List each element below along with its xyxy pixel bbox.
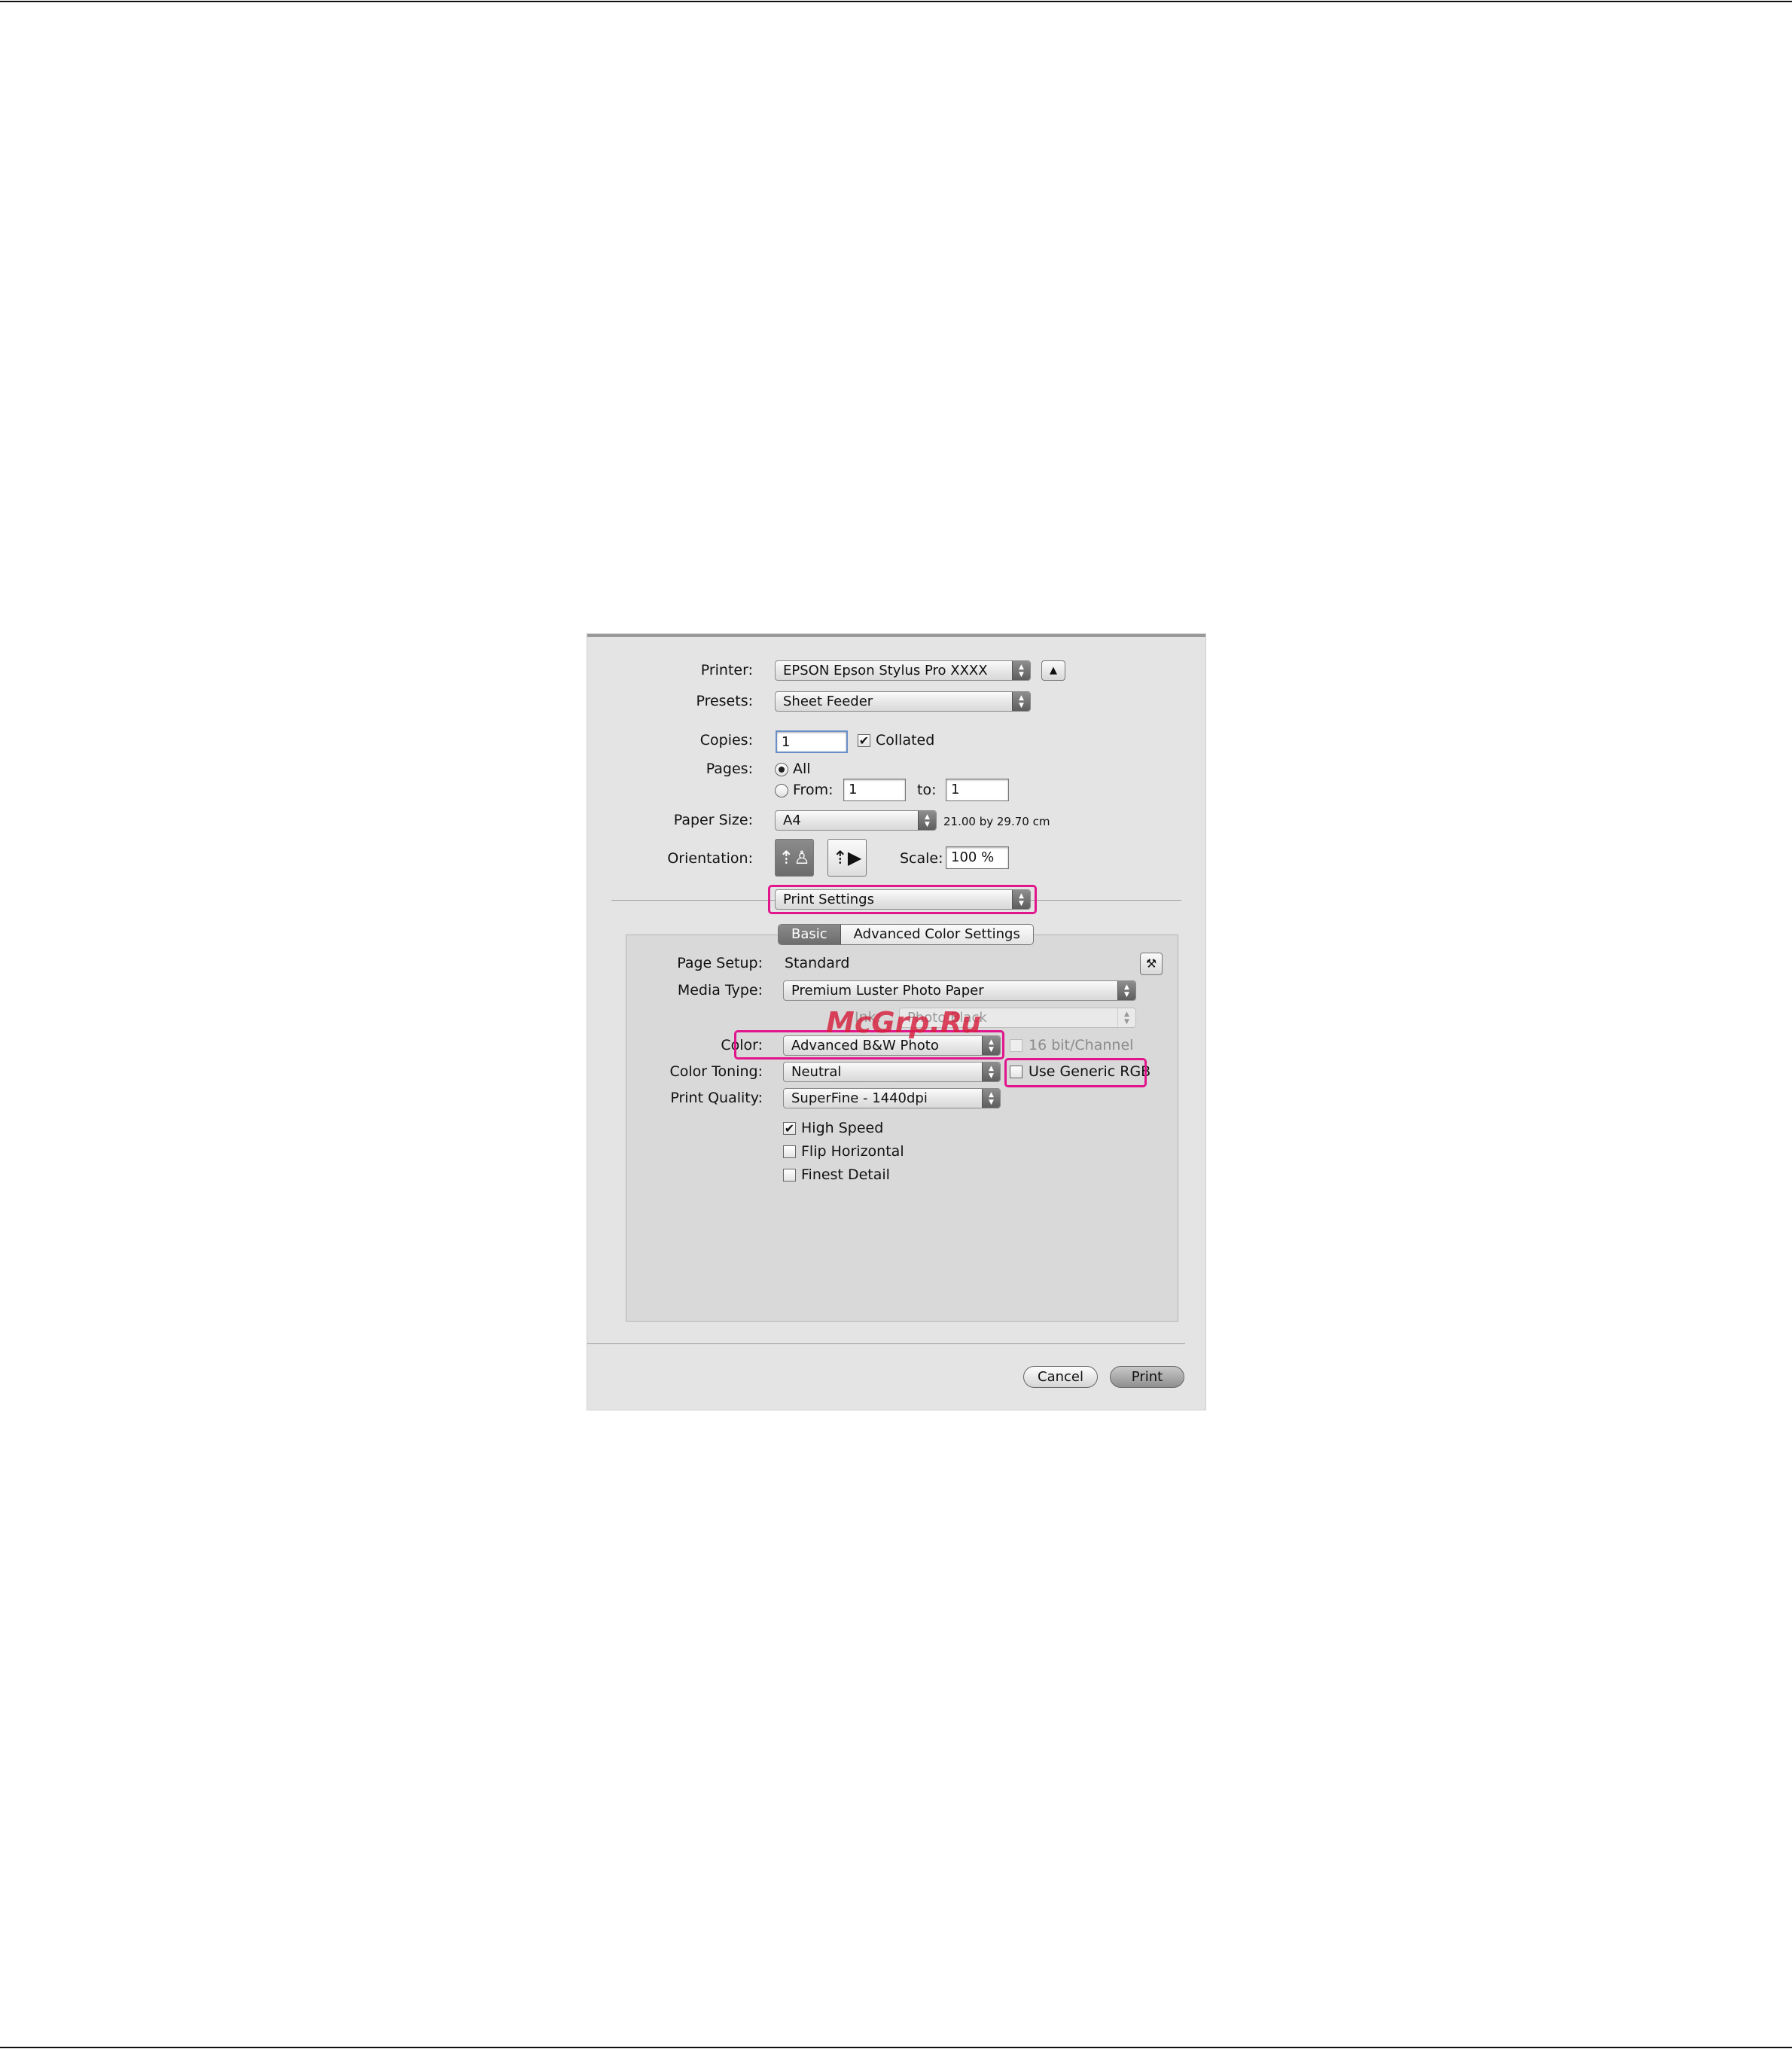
paper-size-dimensions: 21.00 by 29.70 cm (943, 815, 1050, 828)
updown-arrows-icon: ▲ ▼ (1117, 981, 1135, 1000)
high-speed-label: High Speed (801, 1120, 884, 1136)
paper-size-value: A4 (783, 813, 801, 828)
printer-details-button[interactable]: ▲ (1041, 660, 1065, 681)
color-toning-popup[interactable]: Neutral ▲ ▼ (783, 1062, 1001, 1082)
orientation-landscape-button[interactable]: ⇡▶ (827, 839, 867, 877)
finest-detail-label: Finest Detail (801, 1166, 890, 1183)
bit-channel-label: 16 bit/Channel (1029, 1037, 1134, 1053)
print-quality-value: SuperFine - 1440dpi (791, 1090, 928, 1106)
media-type-label: Media Type: (677, 982, 763, 999)
color-toning-label: Color Toning: (669, 1063, 763, 1080)
color-toning-value: Neutral (791, 1064, 842, 1080)
updown-arrows-icon: ▲ ▼ (1117, 1008, 1135, 1027)
pages-all-radio[interactable] (775, 763, 788, 776)
media-type-popup[interactable]: Premium Luster Photo Paper ▲ ▼ (783, 980, 1136, 1001)
page-setup-label: Page Setup: (677, 955, 763, 971)
pages-to-value: 1 (951, 782, 960, 797)
presets-label: Presets: (696, 693, 753, 709)
generic-rgb-highlight (1004, 1058, 1147, 1087)
paper-size-popup[interactable]: A4 ▲ ▼ (775, 810, 937, 831)
presets-value: Sheet Feeder (783, 694, 873, 709)
pages-to-label: to: (917, 782, 937, 798)
high-speed-checkbox[interactable]: ✔ (783, 1122, 796, 1135)
printer-value: EPSON Epson Stylus Pro XXXX (783, 663, 988, 678)
updown-arrows-icon: ▲ ▼ (982, 1089, 1000, 1108)
collated-checkbox[interactable]: ✔ (858, 734, 870, 747)
pages-from-field[interactable]: 1 (843, 779, 906, 801)
scale-field[interactable]: 100 % (946, 846, 1009, 869)
orientation-portrait-button[interactable]: ⇡♙ (775, 839, 814, 877)
scale-label: Scale: (900, 850, 943, 867)
page-setup-value: Standard (785, 955, 850, 971)
watermark-text: McGrp.Ru (826, 1006, 982, 1039)
finest-detail-checkbox[interactable] (783, 1169, 796, 1182)
copies-value: 1 (782, 734, 791, 750)
presets-popup[interactable]: Sheet Feeder ▲ ▼ (775, 691, 1031, 712)
pages-to-field[interactable]: 1 (946, 779, 1009, 801)
copies-label: Copies: (699, 732, 753, 749)
settings-tab-control: Basic Advanced Color Settings (778, 924, 1034, 945)
updown-arrows-icon: ▲ ▼ (918, 811, 936, 830)
flip-horizontal-label: Flip Horizontal (801, 1143, 904, 1160)
print-button[interactable]: Print (1110, 1366, 1184, 1388)
print-quality-popup[interactable]: SuperFine - 1440dpi ▲ ▼ (783, 1088, 1001, 1108)
orientation-label: Orientation: (667, 850, 753, 867)
pages-from-radio[interactable] (775, 784, 788, 797)
disclosure-triangle-icon: ▲ (1050, 665, 1057, 676)
utility-button[interactable]: ⚒ (1140, 953, 1163, 975)
printer-label: Printer: (700, 662, 753, 678)
page-bottom-rule (0, 2047, 1792, 2048)
tab-basic[interactable]: Basic (779, 925, 841, 944)
pages-label: Pages: (706, 761, 753, 777)
print-quality-label: Print Quality: (670, 1090, 763, 1106)
bottom-separator (587, 1343, 1185, 1344)
updown-arrows-icon: ▲ ▼ (1012, 692, 1030, 711)
bit-channel-checkbox[interactable] (1010, 1039, 1022, 1052)
landscape-icon: ⇡▶ (832, 847, 862, 868)
tools-icon: ⚒ (1145, 956, 1157, 971)
cancel-button[interactable]: Cancel (1023, 1366, 1098, 1388)
updown-arrows-icon: ▲ ▼ (1012, 661, 1030, 680)
tab-advanced-color-settings[interactable]: Advanced Color Settings (841, 925, 1033, 944)
page-top-rule (0, 1, 1792, 2)
media-type-value: Premium Luster Photo Paper (791, 983, 984, 999)
paper-size-label: Paper Size: (673, 812, 753, 828)
flip-horizontal-checkbox[interactable] (783, 1145, 796, 1158)
collated-label: Collated (876, 732, 935, 749)
scale-value: 100 % (951, 849, 995, 865)
pages-from-label: From: (793, 782, 834, 798)
pages-all-label: All (793, 761, 811, 777)
pages-from-value: 1 (849, 782, 858, 797)
printer-popup[interactable]: EPSON Epson Stylus Pro XXXX ▲ ▼ (775, 660, 1031, 681)
copies-field[interactable]: 1 (776, 730, 848, 753)
print-settings-highlight (768, 885, 1037, 914)
portrait-icon: ⇡♙ (779, 847, 810, 868)
updown-arrows-icon: ▲ ▼ (982, 1063, 1000, 1081)
